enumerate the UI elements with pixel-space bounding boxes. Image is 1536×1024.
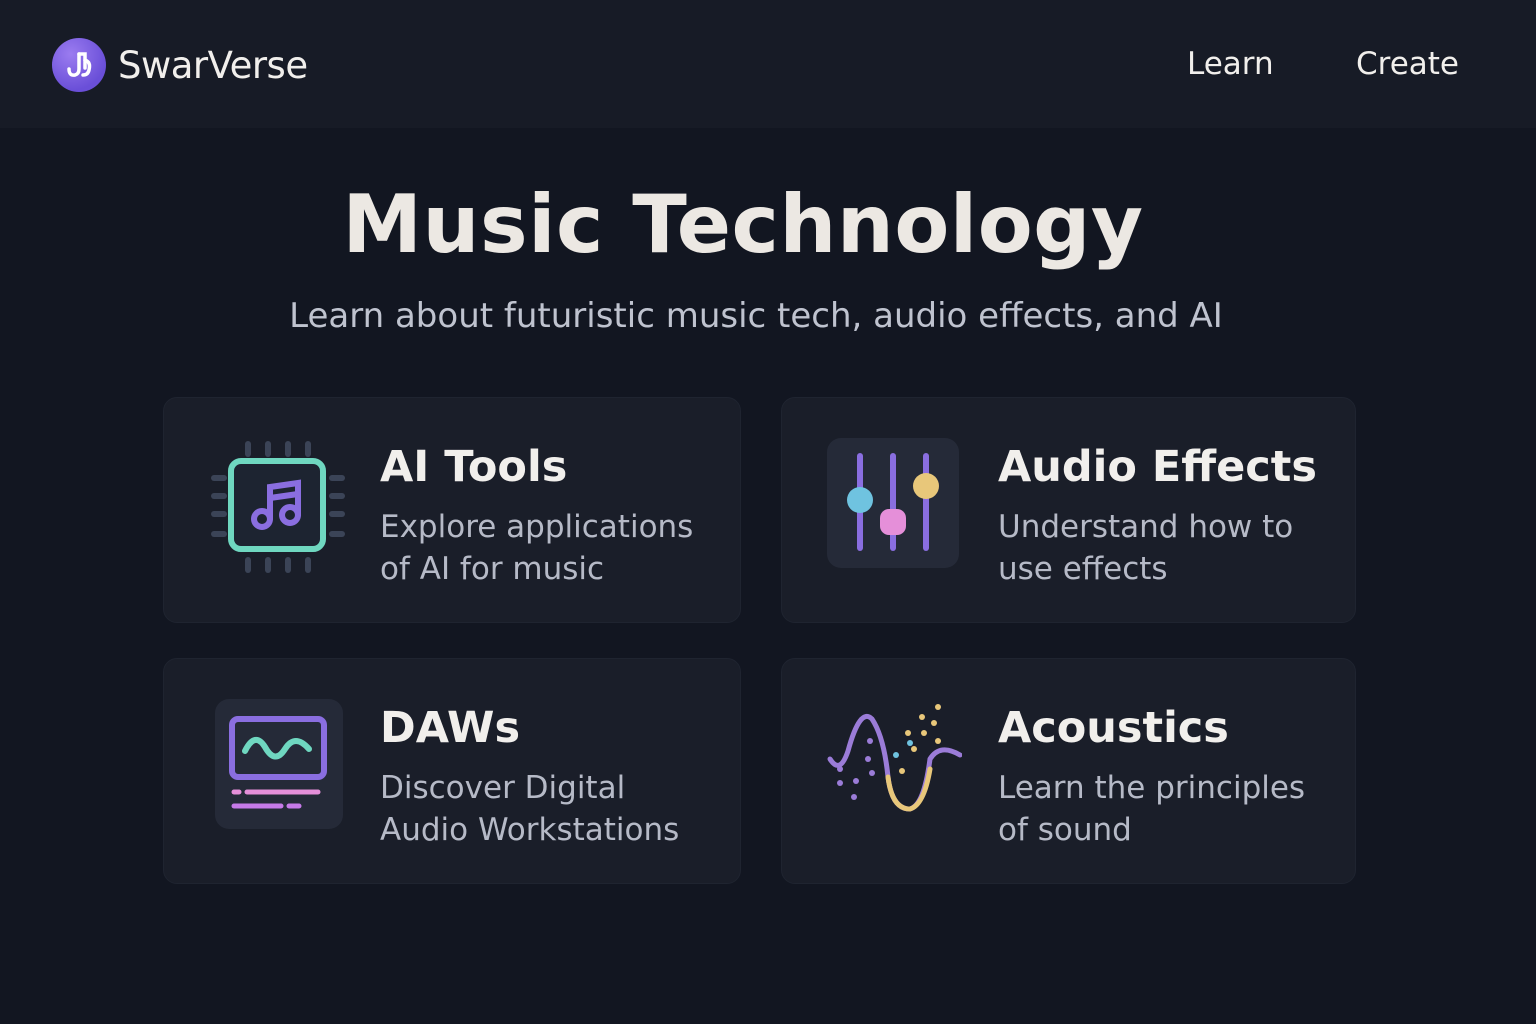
card-audio-effects[interactable]: Audio Effects Understand how to use effe… bbox=[781, 397, 1356, 623]
card-daws[interactable]: DAWs Discover Digital Audio Workstations bbox=[163, 658, 741, 884]
card-description: Understand how to use effects bbox=[998, 509, 1294, 587]
card-ai-tools[interactable]: AI Tools Explore applications of AI for … bbox=[163, 397, 741, 623]
card-description: Learn the principles of sound bbox=[998, 770, 1306, 848]
brand[interactable]: SwarVerse bbox=[52, 38, 308, 92]
page-title: Music Technology bbox=[342, 178, 1144, 271]
card-title: DAWs bbox=[380, 703, 521, 753]
top-bar: SwarVerse Learn Create bbox=[0, 0, 1536, 128]
mixer-sliders-icon bbox=[827, 438, 959, 568]
card-acoustics[interactable]: Acoustics Learn the principles of sound bbox=[781, 658, 1356, 884]
card-title: Acoustics bbox=[998, 703, 1229, 753]
brand-name: SwarVerse bbox=[118, 43, 308, 87]
ai-chip-music-icon bbox=[210, 440, 346, 578]
nav-learn[interactable]: Learn bbox=[1187, 46, 1274, 82]
page-subtitle: Learn about futuristic music tech, audio… bbox=[289, 296, 1223, 336]
card-title: AI Tools bbox=[380, 442, 568, 492]
card-title: Audio Effects bbox=[998, 442, 1317, 492]
nav-create[interactable]: Create bbox=[1356, 46, 1459, 82]
music-note-logo-icon bbox=[52, 38, 106, 92]
card-description: Discover Digital Audio Workstations bbox=[380, 770, 680, 848]
daw-monitor-icon bbox=[215, 699, 343, 829]
card-description: Explore applications of AI for music bbox=[380, 509, 694, 587]
sound-wave-icon bbox=[826, 701, 963, 817]
